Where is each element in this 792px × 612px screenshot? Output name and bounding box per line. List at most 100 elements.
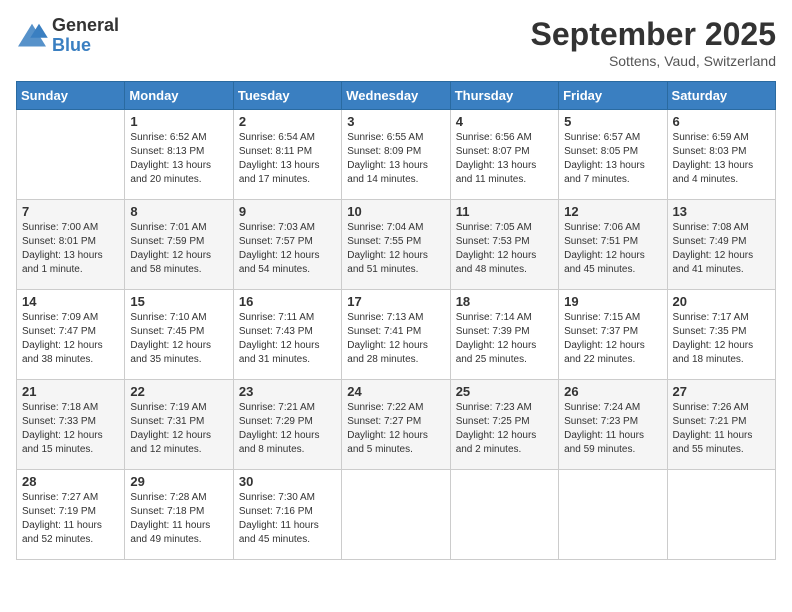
calendar-cell [17, 110, 125, 200]
calendar-cell: 17Sunrise: 7:13 AMSunset: 7:41 PMDayligh… [342, 290, 450, 380]
calendar-cell [342, 470, 450, 560]
calendar-cell: 19Sunrise: 7:15 AMSunset: 7:37 PMDayligh… [559, 290, 667, 380]
calendar-cell: 23 Sunrise: 7:21 AMSunset: 7:29 PMDayligh… [233, 380, 341, 470]
day-info: Sunrise: 6:57 AMSunset: 8:05 PMDaylight:… [564, 131, 661, 187]
calendar-cell: 15Sunrise: 7:10 AMSunset: 7:45 PMDayligh… [125, 290, 233, 380]
day-number: 2 [239, 114, 336, 129]
day-info: Sunrise: 7:13 AMSunset: 7:41 PMDaylight:… [347, 311, 444, 367]
calendar-week-row: 1Sunrise: 6:52 AMSunset: 8:13 PMDaylight… [17, 110, 776, 200]
logo: General Blue [16, 16, 119, 56]
day-number: 7 [22, 204, 119, 219]
day-info: Sunrise: 7:24 AMSunset: 7:23 PMDaylight:… [564, 401, 661, 457]
calendar-cell: 16 Sunrise: 7:11 AMSunset: 7:43 PMDayligh… [233, 290, 341, 380]
day-info: Sunrise: 7:09 AMSunset: 7:47 PMDaylight:… [22, 311, 119, 367]
day-info: Sunrise: 7:30 AMSunset: 7:16 PMDaylight:… [239, 491, 336, 547]
weekday-header: Thursday [450, 82, 558, 110]
calendar-cell: 20Sunrise: 7:17 AMSunset: 7:35 PMDayligh… [667, 290, 775, 380]
day-number: 21 [22, 384, 119, 399]
day-number: 9 [239, 204, 336, 219]
weekday-header: Sunday [17, 82, 125, 110]
weekday-header-row: SundayMondayTuesdayWednesdayThursdayFrid… [17, 82, 776, 110]
day-number: 19 [564, 294, 661, 309]
day-number: 16 [239, 294, 336, 309]
calendar-cell: 9 Sunrise: 7:03 AMSunset: 7:57 PMDaylight… [233, 200, 341, 290]
calendar-cell: 4 Sunrise: 6:56 AMSunset: 8:07 PMDaylight… [450, 110, 558, 200]
calendar-cell [667, 470, 775, 560]
day-info: Sunrise: 7:05 AMSunset: 7:53 PMDaylight:… [456, 221, 553, 277]
day-info: Sunrise: 7:27 AMSunset: 7:19 PMDaylight:… [22, 491, 119, 547]
page-header: General Blue September 2025 Sottens, Vau… [16, 16, 776, 69]
day-info: Sunrise: 7:26 AMSunset: 7:21 PMDaylight:… [673, 401, 770, 457]
day-number: 22 [130, 384, 227, 399]
day-number: 15 [130, 294, 227, 309]
day-number: 10 [347, 204, 444, 219]
calendar-cell: 3Sunrise: 6:55 AMSunset: 8:09 PMDaylight… [342, 110, 450, 200]
calendar-week-row: 21 Sunrise: 7:18 AMSunset: 7:33 PMDayligh… [17, 380, 776, 470]
calendar-cell: 28Sunrise: 7:27 AMSunset: 7:19 PMDayligh… [17, 470, 125, 560]
calendar-cell: 8Sunrise: 7:01 AMSunset: 7:59 PMDaylight… [125, 200, 233, 290]
day-info: Sunrise: 6:56 AMSunset: 8:07 PMDaylight:… [456, 131, 553, 187]
day-info: Sunrise: 6:59 AMSunset: 8:03 PMDaylight:… [673, 131, 770, 187]
day-info: Sunrise: 7:03 AMSunset: 7:57 PMDaylight:… [239, 221, 336, 277]
weekday-header: Friday [559, 82, 667, 110]
calendar-cell: 29 Sunrise: 7:28 AMSunset: 7:18 PMDayligh… [125, 470, 233, 560]
logo-icon [16, 22, 48, 50]
day-number: 20 [673, 294, 770, 309]
calendar-cell: 12 Sunrise: 7:06 AMSunset: 7:51 PMDayligh… [559, 200, 667, 290]
calendar-table: SundayMondayTuesdayWednesdayThursdayFrid… [16, 81, 776, 560]
day-number: 18 [456, 294, 553, 309]
day-number: 4 [456, 114, 553, 129]
day-number: 1 [130, 114, 227, 129]
calendar-cell: 1Sunrise: 6:52 AMSunset: 8:13 PMDaylight… [125, 110, 233, 200]
calendar-cell: 26Sunrise: 7:24 AMSunset: 7:23 PMDayligh… [559, 380, 667, 470]
day-info: Sunrise: 6:54 AMSunset: 8:11 PMDaylight:… [239, 131, 336, 187]
month-title: September 2025 [531, 16, 776, 53]
calendar-cell: 7 Sunrise: 7:00 AMSunset: 8:01 PMDaylight… [17, 200, 125, 290]
calendar-cell: 30 Sunrise: 7:30 AMSunset: 7:16 PMDayligh… [233, 470, 341, 560]
day-number: 3 [347, 114, 444, 129]
day-number: 12 [564, 204, 661, 219]
logo-text: General Blue [52, 16, 119, 56]
weekday-header: Wednesday [342, 82, 450, 110]
calendar-cell [559, 470, 667, 560]
calendar-cell: 10 Sunrise: 7:04 AMSunset: 7:55 PMDayligh… [342, 200, 450, 290]
calendar-cell: 6Sunrise: 6:59 AMSunset: 8:03 PMDaylight… [667, 110, 775, 200]
day-info: Sunrise: 7:01 AMSunset: 7:59 PMDaylight:… [130, 221, 227, 277]
day-info: Sunrise: 7:21 AMSunset: 7:29 PMDaylight:… [239, 401, 336, 457]
location: Sottens, Vaud, Switzerland [531, 53, 776, 69]
calendar-cell: 11Sunrise: 7:05 AMSunset: 7:53 PMDayligh… [450, 200, 558, 290]
day-number: 23 [239, 384, 336, 399]
calendar-cell: 27Sunrise: 7:26 AMSunset: 7:21 PMDayligh… [667, 380, 775, 470]
day-info: Sunrise: 7:19 AMSunset: 7:31 PMDaylight:… [130, 401, 227, 457]
calendar-week-row: 14Sunrise: 7:09 AMSunset: 7:47 PMDayligh… [17, 290, 776, 380]
calendar-cell: 24 Sunrise: 7:22 AMSunset: 7:27 PMDayligh… [342, 380, 450, 470]
day-info: Sunrise: 7:18 AMSunset: 7:33 PMDaylight:… [22, 401, 119, 457]
day-info: Sunrise: 7:06 AMSunset: 7:51 PMDaylight:… [564, 221, 661, 277]
day-number: 30 [239, 474, 336, 489]
calendar-week-row: 28Sunrise: 7:27 AMSunset: 7:19 PMDayligh… [17, 470, 776, 560]
day-info: Sunrise: 7:08 AMSunset: 7:49 PMDaylight:… [673, 221, 770, 277]
day-info: Sunrise: 7:23 AMSunset: 7:25 PMDaylight:… [456, 401, 553, 457]
day-number: 29 [130, 474, 227, 489]
logo-blue: Blue [52, 36, 119, 56]
calendar-cell: 13Sunrise: 7:08 AMSunset: 7:49 PMDayligh… [667, 200, 775, 290]
logo-general: General [52, 16, 119, 36]
weekday-header: Saturday [667, 82, 775, 110]
day-number: 24 [347, 384, 444, 399]
calendar-cell: 14Sunrise: 7:09 AMSunset: 7:47 PMDayligh… [17, 290, 125, 380]
calendar-week-row: 7 Sunrise: 7:00 AMSunset: 8:01 PMDaylight… [17, 200, 776, 290]
calendar-cell [450, 470, 558, 560]
day-number: 25 [456, 384, 553, 399]
day-info: Sunrise: 7:04 AMSunset: 7:55 PMDaylight:… [347, 221, 444, 277]
calendar-cell: 2 Sunrise: 6:54 AMSunset: 8:11 PMDaylight… [233, 110, 341, 200]
title-block: September 2025 Sottens, Vaud, Switzerlan… [531, 16, 776, 69]
day-info: Sunrise: 7:22 AMSunset: 7:27 PMDaylight:… [347, 401, 444, 457]
calendar-cell: 5 Sunrise: 6:57 AMSunset: 8:05 PMDaylight… [559, 110, 667, 200]
calendar-cell: 21 Sunrise: 7:18 AMSunset: 7:33 PMDayligh… [17, 380, 125, 470]
day-number: 5 [564, 114, 661, 129]
day-info: Sunrise: 7:28 AMSunset: 7:18 PMDaylight:… [130, 491, 227, 547]
day-info: Sunrise: 7:11 AMSunset: 7:43 PMDaylight:… [239, 311, 336, 367]
weekday-header: Monday [125, 82, 233, 110]
calendar-cell: 22 Sunrise: 7:19 AMSunset: 7:31 PMDayligh… [125, 380, 233, 470]
day-info: Sunrise: 7:00 AMSunset: 8:01 PMDaylight:… [22, 221, 119, 277]
